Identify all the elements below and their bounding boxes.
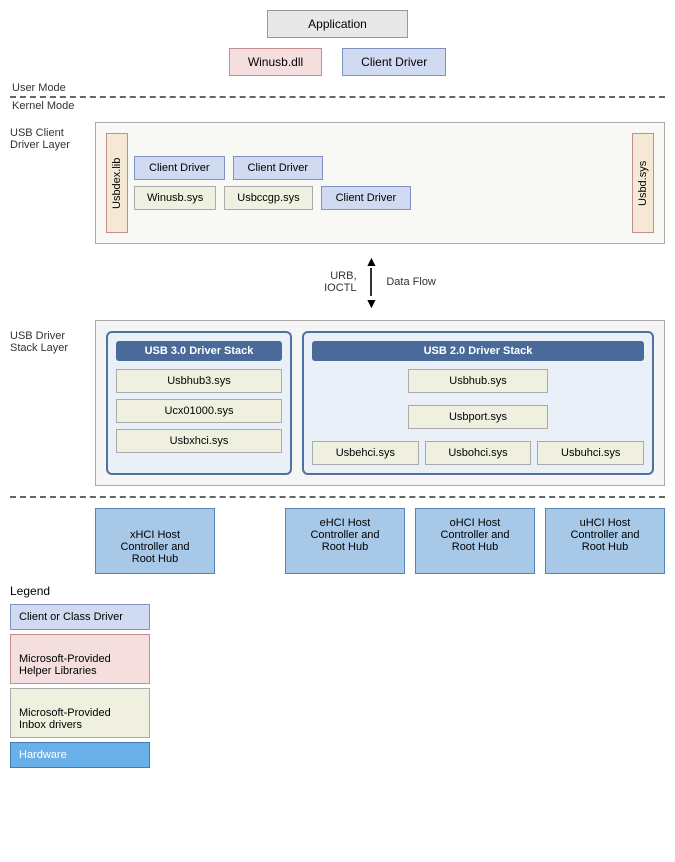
usb20-bottom-row: Usbehci.sys Usbohci.sys Usbuhci.sys bbox=[312, 441, 644, 465]
ehci-box: eHCI Host Controller and Root Hub bbox=[285, 508, 405, 574]
usbccgp-box: Usbccgp.sys bbox=[224, 186, 312, 210]
usermode-row: Winusb.dll Client Driver bbox=[10, 48, 665, 76]
kernel-mode-label: Kernel Mode bbox=[10, 100, 665, 112]
client-driver-box-1: Client Driver bbox=[134, 156, 225, 180]
usb30-box: USB 3.0 Driver Stack Usbhub3.sys Ucx0100… bbox=[106, 331, 292, 475]
winusb-dll-box: Winusb.dll bbox=[229, 48, 322, 76]
usbd-sys-box: Usbd.sys bbox=[632, 133, 654, 233]
data-flow-label: Data Flow bbox=[386, 276, 436, 288]
legend-inbox-item: Microsoft-Provided Inbox drivers bbox=[10, 688, 150, 738]
usbd-sys-label: Usbd.sys bbox=[637, 160, 649, 205]
driver-stack-section: USB Driver Stack Layer USB 3.0 Driver St… bbox=[10, 320, 665, 486]
application-label: Application bbox=[308, 17, 367, 31]
application-box: Application bbox=[267, 10, 408, 38]
usb30-title: USB 3.0 Driver Stack bbox=[116, 341, 282, 361]
usb20-top-row: Usbhub.sys bbox=[312, 369, 644, 399]
legend-title: Legend bbox=[10, 584, 665, 598]
usb20-mid-row: Usbport.sys bbox=[312, 405, 644, 435]
diagram: Application Winusb.dll Client Driver Use… bbox=[0, 0, 675, 788]
client-driver-bottom-row: Winusb.sys Usbccgp.sys Client Driver bbox=[134, 186, 626, 210]
usbdex-lib-box: Usbdex.lib bbox=[106, 133, 128, 233]
arrow-double: ▲ ▼ bbox=[365, 254, 379, 310]
application-section: Application bbox=[10, 10, 665, 38]
usbport-box: Usbport.sys bbox=[408, 405, 548, 429]
mode-divider: User Mode Kernel Mode bbox=[10, 82, 665, 112]
ohci-box: oHCI Host Controller and Root Hub bbox=[415, 508, 535, 574]
client-driver-section: USB Client Driver Layer Usbdex.lib Clien… bbox=[10, 122, 665, 244]
stack-container: USB 3.0 Driver Stack Usbhub3.sys Ucx0100… bbox=[95, 320, 665, 486]
usb20-box: USB 2.0 Driver Stack Usbhub.sys Usbport.… bbox=[302, 331, 654, 475]
lower-dashed-divider bbox=[10, 496, 665, 498]
usbxhci-box: Usbxhci.sys bbox=[116, 429, 282, 453]
usbohci-box: Usbohci.sys bbox=[425, 441, 532, 465]
client-driver-top-row: Client Driver Client Driver bbox=[134, 156, 626, 180]
urb-ioctl-label: URB, IOCTL bbox=[324, 270, 356, 294]
usbehci-box: Usbehci.sys bbox=[312, 441, 419, 465]
legend-hardware-item: Hardware bbox=[10, 742, 150, 768]
usbdex-lib-label: Usbdex.lib bbox=[111, 157, 123, 208]
client-driver-box-3: Client Driver bbox=[321, 186, 412, 210]
dashed-divider-top bbox=[10, 96, 665, 98]
legend-client-item: Client or Class Driver bbox=[10, 604, 150, 630]
usbhub3-box: Usbhub3.sys bbox=[116, 369, 282, 393]
stack-layer-label: USB Driver Stack Layer bbox=[10, 320, 95, 486]
ucxd1000-box: Ucx01000.sys bbox=[116, 399, 282, 423]
winusb-sys-box: Winusb.sys bbox=[134, 186, 216, 210]
winusb-dll-label: Winusb.dll bbox=[248, 55, 303, 69]
legend-section: Legend Client or Class Driver Microsoft-… bbox=[10, 584, 665, 768]
usbuhci-box: Usbuhci.sys bbox=[537, 441, 644, 465]
ehci-ohci-uhci-group: eHCI Host Controller and Root Hub oHCI H… bbox=[225, 508, 665, 574]
usb20-title: USB 2.0 Driver Stack bbox=[312, 341, 644, 361]
client-driver-layer-label: USB Client Driver Layer bbox=[10, 122, 95, 244]
client-driver-box-2: Client Driver bbox=[233, 156, 324, 180]
usbhub-box: Usbhub.sys bbox=[408, 369, 547, 393]
arrow-section: URB, IOCTL ▲ ▼ Data Flow bbox=[10, 254, 665, 310]
client-driver-inner: Client Driver Client Driver Winusb.sys U… bbox=[134, 156, 626, 210]
client-driver-top-label: Client Driver bbox=[361, 55, 427, 69]
user-mode-label: User Mode bbox=[10, 82, 665, 94]
client-driver-box: Usbdex.lib Client Driver Client Driver W… bbox=[95, 122, 665, 244]
host-controllers-section: xHCI Host Controller and Root Hub eHCI H… bbox=[10, 508, 665, 574]
xhci-box: xHCI Host Controller and Root Hub bbox=[95, 508, 215, 574]
client-driver-top-box: Client Driver bbox=[342, 48, 446, 76]
legend-helper-item: Microsoft-Provided Helper Libraries bbox=[10, 634, 150, 684]
uhci-box: uHCI Host Controller and Root Hub bbox=[545, 508, 665, 574]
